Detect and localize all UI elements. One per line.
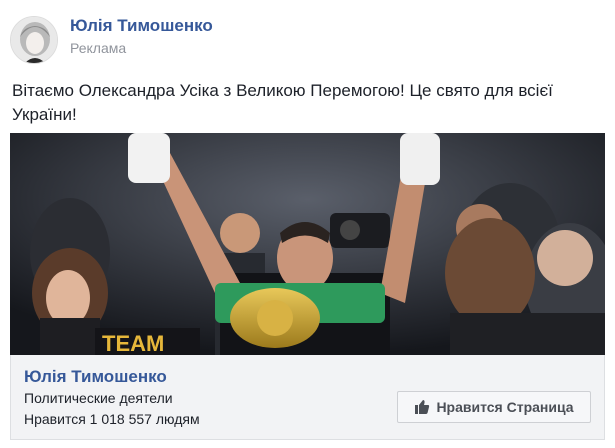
avatar-portrait-icon (11, 17, 57, 63)
like-page-button-label: Нравится Страница (436, 399, 574, 415)
sponsored-post: Юлія Тимошенко Реклама Вітаємо Олександр… (0, 0, 615, 448)
page-like-count: Нравится 1 018 557 людям (24, 411, 200, 427)
post-image[interactable]: TEAM (10, 133, 605, 355)
post-header: Юлія Тимошенко Реклама (10, 12, 600, 68)
sponsored-label[interactable]: Реклама (70, 40, 126, 56)
page-category: Политические деятели (24, 390, 173, 406)
page-name[interactable]: Юлія Тимошенко (24, 367, 167, 387)
page-card: Юлія Тимошенко Политические деятели Нрав… (10, 355, 605, 440)
team-jacket-text: TEAM (102, 331, 164, 355)
like-page-button[interactable]: Нравится Страница (397, 391, 591, 423)
author-name[interactable]: Юлія Тимошенко (70, 16, 213, 36)
boxing-champion-photo: TEAM (10, 133, 605, 355)
thumbs-up-icon (414, 399, 430, 415)
author-avatar[interactable] (10, 16, 58, 64)
post-text: Вітаємо Олександра Усіка з Великою Перем… (12, 81, 553, 124)
